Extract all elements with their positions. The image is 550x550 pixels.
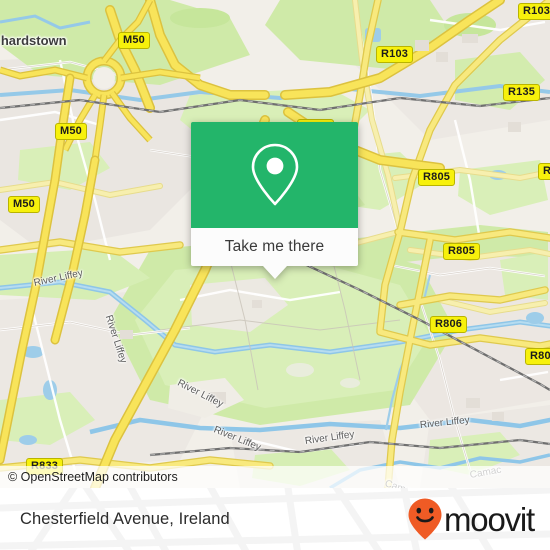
callout-marker-panel (191, 122, 358, 228)
road-shield-m50: M50 (55, 123, 87, 140)
road-shield-r103: R103 (376, 46, 414, 63)
callout-pointer (262, 266, 287, 279)
moovit-wordmark: moovit (444, 500, 535, 538)
map-attribution: © OpenStreetMap contributors (0, 466, 550, 488)
moovit-map-page: ...hardstown M50 M50 M50 R103 R103 R103 … (0, 0, 550, 550)
moovit-pin-smiley-icon (408, 498, 442, 540)
road-shield-r806: R806 (430, 316, 468, 333)
road-shield-r805: R805 (525, 348, 550, 365)
footer-content: Chesterfield Avenue, Ireland moovit (0, 488, 550, 550)
place-label: ...hardstown (0, 33, 67, 48)
take-me-there-button[interactable]: Take me there (191, 228, 358, 279)
road-shield-r135: R135 (503, 84, 541, 101)
road-shield-r805: R805 (418, 169, 456, 186)
road-shield-m50: M50 (8, 196, 40, 213)
road-shield-r103: R103 (518, 3, 550, 20)
footer-bar: Chesterfield Avenue, Ireland moovit (0, 488, 550, 550)
road-shield-r1: R1 (538, 163, 550, 180)
road-shield-r805: R805 (443, 243, 481, 260)
map-pin-icon (251, 143, 298, 206)
moovit-logo[interactable]: moovit (407, 497, 535, 541)
attribution-text: © OpenStreetMap contributors (8, 470, 178, 484)
page-title: Chesterfield Avenue, Ireland (20, 509, 230, 528)
destination-callout-card[interactable]: Take me there (191, 122, 358, 279)
road-shield-m50: M50 (118, 32, 150, 49)
take-me-there-label: Take me there (224, 238, 325, 255)
